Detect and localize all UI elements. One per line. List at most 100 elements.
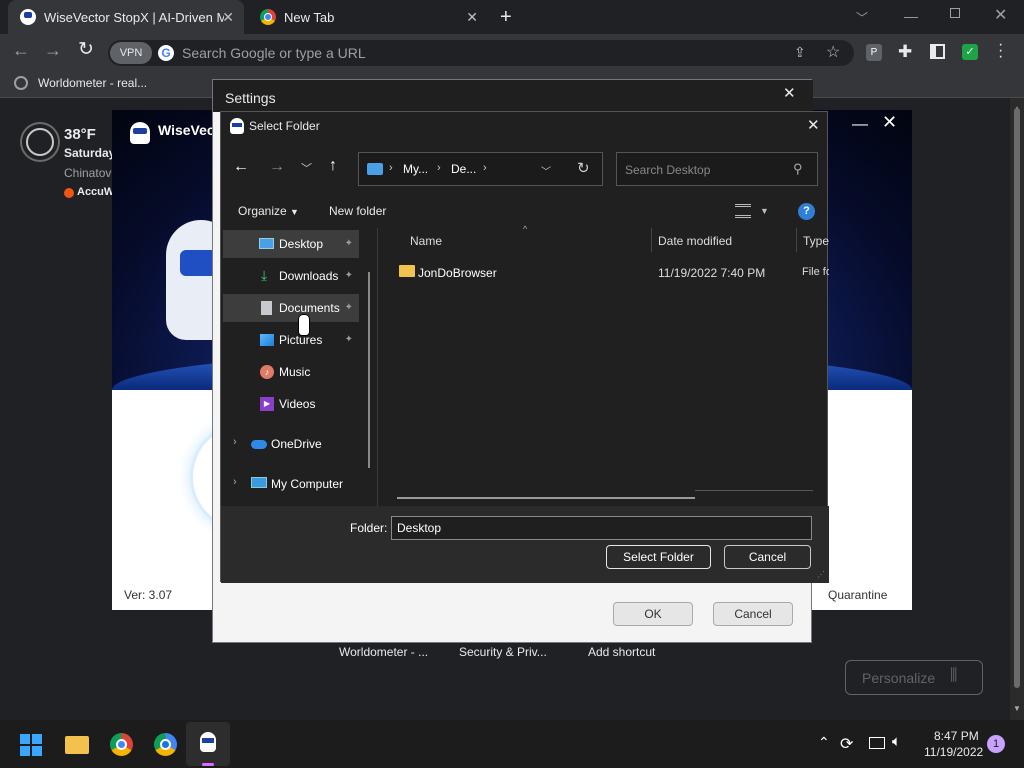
column-header-type[interactable]: Type [803,234,829,248]
nav-forward-icon[interactable]: → [269,158,285,176]
wisevector-favicon [20,9,36,25]
settings-titlebar: Settings ✕ [213,80,813,112]
bookmark-star-icon[interactable]: ☆ [826,42,840,62]
dialog-close-button[interactable]: ✕ [807,116,820,134]
nav-downloads[interactable]: ⤓ Downloads ✦ [223,262,359,290]
menu-kebab-icon[interactable]: · · · [998,37,1003,65]
shortcut-security[interactable]: Security & Priv... [459,645,547,659]
nav-music[interactable]: ♪ Music [223,358,359,386]
close-tab-icon[interactable]: ✕ [222,9,234,26]
weather-sun-icon [26,128,54,156]
reload-icon[interactable]: ↻ [78,38,94,61]
recent-locations-icon[interactable]: ﹀ [301,160,312,176]
windows-start-icon[interactable] [20,734,42,756]
wisevector-title: WiseVec [158,122,215,138]
shield-extension-icon[interactable]: ✓ [962,44,978,60]
wisevector-taskbar-icon[interactable] [186,722,230,766]
close-tab-icon[interactable]: ✕ [466,9,478,26]
weather-provider[interactable]: AccuW [77,186,114,198]
view-options-icon[interactable] [735,204,751,218]
forward-icon[interactable]: → [44,40,62,61]
breadcrumb-item[interactable]: De... [451,162,476,176]
tab-title: New Tab [284,9,335,25]
nav-up-icon[interactable]: ↑ [329,157,337,175]
breadcrumb-item[interactable]: My... [403,162,428,176]
back-icon[interactable]: ← [12,40,30,61]
tab-search-icon[interactable]: ﹀ [856,9,868,26]
column-divider[interactable] [796,228,797,252]
personalize-button[interactable]: Personalize ⫼ [845,660,983,695]
settings-ok-button[interactable]: OK [613,602,693,626]
music-icon: ♪ [260,365,274,379]
column-divider[interactable] [651,228,652,252]
vpn-badge[interactable]: VPN [110,42,152,64]
chrome-taskbar-icon[interactable] [110,733,133,756]
nav-back-icon[interactable]: ← [233,158,249,176]
nav-my-computer[interactable]: › My Computer [223,470,359,498]
pane-divider[interactable] [377,228,378,506]
notification-badge[interactable]: 1 [987,735,1005,753]
pin-icon: ✦ [344,270,353,281]
nav-videos[interactable]: ▶ Videos [223,390,359,418]
extension-p-icon[interactable]: P [866,44,882,61]
address-bar[interactable]: VPN G Search Google or type a URL ⇪ ☆ [108,40,854,66]
folder-input[interactable]: Desktop [391,516,812,540]
search-box[interactable]: Search Desktop ⚲ [616,152,818,186]
horizontal-scrollbar[interactable] [397,497,695,499]
refresh-icon[interactable]: ↻ [577,159,590,177]
column-header-name[interactable]: Name [410,234,442,248]
share-icon[interactable]: ⇪ [794,44,806,61]
wisevector-close-button[interactable]: ✕ [882,112,897,133]
new-folder-button[interactable]: New folder [329,204,386,218]
settings-cancel-button[interactable]: Cancel [713,602,793,626]
cancel-button[interactable]: Cancel [724,545,811,569]
settings-close-button[interactable]: ✕ [783,84,796,102]
side-panel-icon[interactable] [930,44,945,59]
select-folder-button[interactable]: Select Folder [606,545,711,569]
file-explorer-icon[interactable] [65,736,89,754]
view-dropdown-icon[interactable]: ▼ [760,206,769,216]
restore-window-button[interactable] [950,8,960,18]
organize-menu[interactable]: Organize ▼ [238,204,299,218]
display-icon[interactable] [869,737,885,749]
wisevector-logo-icon [130,122,150,144]
nav-pane-scrollbar[interactable] [368,272,370,468]
volume-icon[interactable]: 🔈︎ [892,733,901,750]
extensions-puzzle-icon[interactable]: ✚ [898,42,912,62]
minimize-window-button[interactable]: — [904,8,918,24]
wisevector-minimize-button[interactable]: — [852,116,868,134]
tab-wisevector[interactable]: WiseVector StopX | AI-Driven Ma ✕ [8,0,244,34]
nav-onedrive[interactable]: › OneDrive [223,430,359,458]
windows-taskbar: ⌃ ⟳ 🔈︎ 8:47 PM 11/19/2022 1 [0,720,1024,768]
show-hidden-icons-chevron[interactable]: ⌃ [818,734,830,751]
quarantine-link[interactable]: Quarantine [828,588,887,602]
new-tab-button[interactable]: + [500,6,512,29]
tab-strip: WiseVector StopX | AI-Driven Ma ✕ New Ta… [0,0,1024,34]
tab-new-tab[interactable]: New Tab ✕ [252,0,488,34]
clock-date[interactable]: 11/19/2022 [924,745,983,759]
chrome-beta-taskbar-icon[interactable] [154,733,177,756]
document-icon [261,301,272,315]
page-scrollbar[interactable]: ▲ ▼ [1010,98,1024,720]
breadcrumb-bar[interactable]: › My... › De... › ﹀ ↻ [358,152,603,186]
expand-chevron-icon[interactable]: › [233,436,237,448]
close-window-button[interactable]: ✕ [994,5,1007,25]
google-icon: G [158,45,174,61]
bookmark-worldometer[interactable]: Worldometer - real... [38,76,147,90]
breadcrumb-dropdown-icon[interactable]: ﹀ [541,163,551,178]
dialog-title: Select Folder [249,119,320,133]
help-icon[interactable]: ? [798,203,815,220]
column-header-date[interactable]: Date modified [658,234,732,248]
expand-chevron-icon[interactable]: › [233,476,237,488]
location-icon [367,163,383,175]
file-row[interactable]: JonDoBrowser 11/19/2022 7:40 PM File fo [393,258,829,284]
nav-documents[interactable]: Documents ✦ [223,294,359,322]
version-text: Ver: 3.07 [124,588,173,602]
nav-desktop[interactable]: Desktop ✦ [223,230,359,258]
shortcut-worldometer[interactable]: Worldometer - ... [339,645,428,659]
sync-status-icon[interactable]: ⟳ [840,734,853,754]
shortcut-add[interactable]: Add shortcut [588,645,655,659]
clock-time[interactable]: 8:47 PM [934,729,979,743]
nav-pictures[interactable]: Pictures ✦ [223,326,359,354]
resize-grip-icon[interactable]: ⋰ [817,570,825,579]
